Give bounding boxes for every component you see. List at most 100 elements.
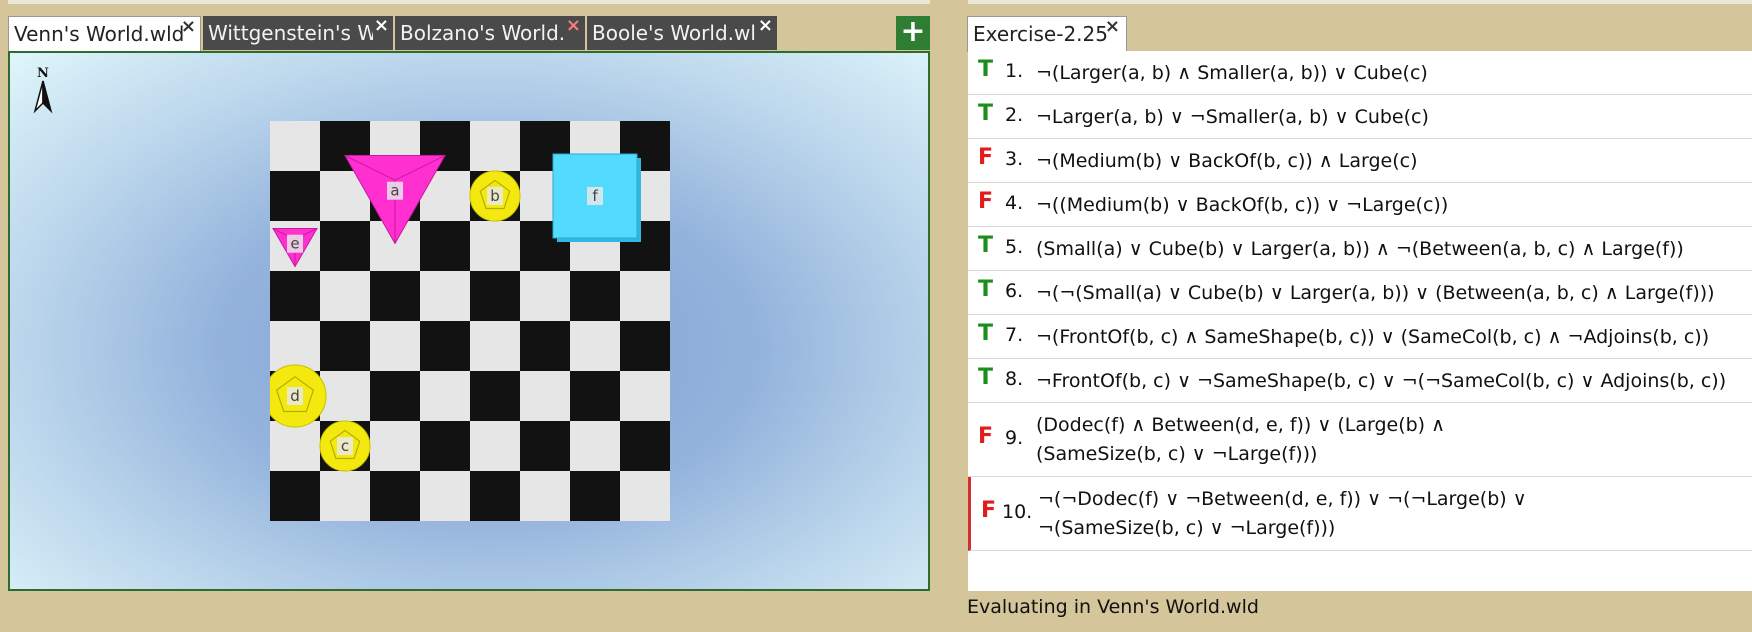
sentence-formula[interactable]: ¬(¬(Small(a) ∨ Cube(b) ∨ Larger(a, b)) ∨…	[1036, 279, 1715, 308]
truth-value: F	[978, 145, 994, 170]
tab-label: Venn's World.wld	[14, 22, 185, 46]
formula-line: ¬(¬Dodec(f) ∨ ¬Between(d, e, f)) ∨ ¬(¬La…	[1038, 488, 1527, 510]
truth-value: T	[978, 233, 994, 258]
tab-booles-world[interactable]: Boole's World.wld ×	[587, 16, 777, 50]
compass-label: N	[37, 66, 49, 81]
board-square	[420, 421, 470, 471]
truth-value: F	[978, 424, 994, 449]
board-square	[620, 421, 670, 471]
sentence-number: 6.	[1005, 280, 1024, 302]
sentence-row[interactable]: T 2. ¬Larger(a, b) ∨ ¬Smaller(a, b) ∨ Cube…	[968, 95, 1752, 139]
board-square	[420, 221, 470, 271]
world-board[interactable]: a b f e d c	[270, 121, 670, 521]
board-square	[320, 371, 370, 421]
board-square	[270, 421, 320, 471]
formula-line: ¬((Medium(b) ∨ BackOf(b, c)) ∨ ¬Large(c)…	[1036, 194, 1449, 216]
block-label: c	[341, 437, 349, 455]
board-square	[270, 321, 320, 371]
board-square	[520, 421, 570, 471]
sentence-formula[interactable]: ¬Larger(a, b) ∨ ¬Smaller(a, b) ∨ Cube(c)	[1036, 103, 1429, 132]
board-square	[270, 121, 320, 171]
add-tab-button[interactable]: +	[896, 16, 930, 50]
sentence-formula[interactable]: ¬(¬Dodec(f) ∨ ¬Between(d, e, f)) ∨ ¬(¬La…	[1038, 485, 1527, 543]
sentence-row[interactable]: T 1. ¬(Larger(a, b) ∧ Smaller(a, b)) ∨ Cub…	[968, 51, 1752, 95]
board-square	[570, 421, 620, 471]
block-d[interactable]: d	[270, 364, 327, 428]
sentence-formula[interactable]: (Small(a) ∨ Cube(b) ∨ Larger(a, b)) ∧ ¬(…	[1036, 235, 1684, 264]
tab-wittgensteins-world[interactable]: Wittgenstein's World.wld ×	[203, 16, 393, 50]
board-square	[570, 271, 620, 321]
sentence-row[interactable]: F 10. ¬(¬Dodec(f) ∨ ¬Between(d, e, f)) ∨ ¬…	[968, 477, 1752, 551]
board-square	[620, 471, 670, 521]
board-square	[470, 121, 520, 171]
close-icon[interactable]: ×	[566, 16, 581, 37]
formula-line: ¬Larger(a, b) ∨ ¬Smaller(a, b) ∨ Cube(c)	[1036, 106, 1429, 128]
board-square	[520, 271, 570, 321]
block-c[interactable]: c	[319, 420, 371, 472]
status-text: Evaluating in Venn's World.wld	[967, 596, 1259, 618]
sentence-formula[interactable]: (Dodec(f) ∧ Between(d, e, f)) ∨ (Large(b…	[1036, 411, 1445, 469]
sentence-number: 1.	[1005, 60, 1024, 82]
sentence-formula[interactable]: ¬(Larger(a, b) ∧ Smaller(a, b)) ∨ Cube(c…	[1036, 59, 1428, 88]
sentence-row[interactable]: F 4. ¬((Medium(b) ∨ BackOf(b, c)) ∨ ¬Large…	[968, 183, 1752, 227]
sentence-row[interactable]: T 8. ¬FrontOf(b, c) ∨ ¬SameShape(b, c) ∨ ¬…	[968, 359, 1752, 403]
truth-value: T	[978, 101, 994, 126]
board-square	[620, 271, 670, 321]
sentence-formula[interactable]: ¬(Medium(b) ∨ BackOf(b, c)) ∧ Large(c)	[1036, 147, 1417, 176]
truth-value: T	[978, 365, 994, 390]
sentence-row[interactable]: T 7. ¬(FrontOf(b, c) ∧ SameShape(b, c)) ∨ …	[968, 315, 1752, 359]
board-square	[320, 471, 370, 521]
board-square	[270, 171, 320, 221]
sentence-row[interactable]: T 6. ¬(¬(Small(a) ∨ Cube(b) ∨ Larger(a, b)…	[968, 271, 1752, 315]
formula-line: ¬FrontOf(b, c) ∨ ¬SameShape(b, c) ∨ ¬(¬S…	[1036, 370, 1727, 392]
sentence-row[interactable]: F 3. ¬(Medium(b) ∨ BackOf(b, c)) ∧ Large(c…	[968, 139, 1752, 183]
truth-value: T	[978, 57, 994, 82]
close-icon[interactable]: ×	[181, 17, 196, 38]
tab-label: Boole's World.wld	[592, 21, 757, 45]
board-square	[470, 321, 520, 371]
top-strip-right	[968, 0, 1752, 4]
block-f[interactable]: f	[552, 153, 641, 242]
board-square	[420, 471, 470, 521]
board-square	[570, 371, 620, 421]
close-icon[interactable]: ×	[1105, 16, 1120, 38]
board-square	[370, 471, 420, 521]
formula-line: ¬(FrontOf(b, c) ∧ SameShape(b, c)) ∨ (Sa…	[1036, 326, 1710, 348]
board-square	[370, 421, 420, 471]
block-label: b	[490, 187, 500, 205]
sentence-number: 9.	[1005, 427, 1024, 449]
world-view: N a b f e d c	[8, 51, 930, 591]
board-square	[420, 271, 470, 321]
top-strip-left	[8, 0, 930, 4]
compass-icon: N	[33, 66, 53, 114]
sentence-formula[interactable]: ¬((Medium(b) ∨ BackOf(b, c)) ∨ ¬Large(c)…	[1036, 191, 1448, 220]
close-icon[interactable]: ×	[758, 16, 773, 37]
board-square	[520, 471, 570, 521]
truth-value: T	[978, 277, 994, 302]
sentence-row[interactable]: T 5. (Small(a) ∨ Cube(b) ∨ Larger(a, b)) ∧…	[968, 227, 1752, 271]
sentence-formula[interactable]: ¬FrontOf(b, c) ∨ ¬SameShape(b, c) ∨ ¬(¬S…	[1036, 367, 1726, 396]
sentence-list: T 1. ¬(Larger(a, b) ∧ Smaller(a, b)) ∨ Cub…	[968, 51, 1752, 591]
sentence-row[interactable]: F 9. (Dodec(f) ∧ Between(d, e, f)) ∨ (Larg…	[968, 403, 1752, 477]
formula-line: ¬(SameSize(b, c) ∨ ¬Large(f)))	[1038, 517, 1336, 539]
board-square	[470, 221, 520, 271]
block-b[interactable]: b	[469, 170, 521, 222]
board-square	[620, 371, 670, 421]
sentence-number: 3.	[1005, 148, 1024, 170]
tab-exercise[interactable]: Exercise-2.25 ×	[967, 16, 1127, 52]
tab-label: Exercise-2.25	[973, 22, 1108, 46]
formula-line: (SameSize(b, c) ∨ ¬Large(f)))	[1036, 443, 1318, 465]
sentence-number: 8.	[1005, 368, 1024, 390]
formula-line: ¬(Medium(b) ∨ BackOf(b, c)) ∧ Large(c)	[1036, 150, 1418, 172]
close-icon[interactable]: ×	[374, 16, 389, 37]
formula-line: ¬(¬(Small(a) ∨ Cube(b) ∨ Larger(a, b)) ∨…	[1036, 282, 1715, 304]
formula-line: (Dodec(f) ∧ Between(d, e, f)) ∨ (Large(b…	[1036, 414, 1446, 436]
board-square	[370, 271, 420, 321]
board-square	[320, 321, 370, 371]
board-square	[270, 471, 320, 521]
tab-venns-world[interactable]: Venn's World.wld ×	[8, 16, 201, 52]
sentence-formula[interactable]: ¬(FrontOf(b, c) ∧ SameShape(b, c)) ∨ (Sa…	[1036, 323, 1709, 352]
truth-value: T	[978, 321, 994, 346]
board-square	[420, 371, 470, 421]
tab-bolzanos-world[interactable]: Bolzano's World.wld ×	[395, 16, 585, 50]
